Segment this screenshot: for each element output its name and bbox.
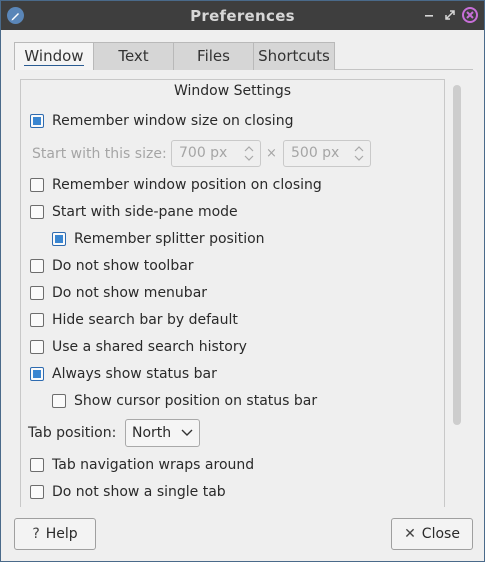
checkbox-icon[interactable] [52,394,66,408]
checkbox-icon[interactable] [30,286,44,300]
shared-history-checkbox[interactable]: Use a shared search history [30,337,247,357]
remember-size-checkbox[interactable]: Remember window size on closing [30,111,293,131]
remember-splitter-checkbox[interactable]: Remember splitter position [52,229,265,249]
checkbox-icon[interactable] [30,114,44,128]
tab-shortcuts[interactable]: Shortcuts [253,42,335,70]
remember-position-checkbox[interactable]: Remember window position on closing [30,175,322,195]
no-toolbar-checkbox[interactable]: Do not show toolbar [30,256,194,276]
close-button[interactable]: ✕ Close [391,518,473,550]
times-symbol: × [266,146,277,161]
window-title: Preferences [190,7,295,25]
tab-position-label: Tab position: [28,425,117,441]
section-title: Window Settings [173,83,292,99]
tab-text[interactable]: Text [93,42,174,70]
close-icon: ✕ [404,526,416,542]
spin-arrows-icon[interactable] [242,143,256,164]
start-size-label: Start with this size: [32,146,167,162]
side-pane-checkbox[interactable]: Start with side-pane mode [30,202,238,222]
tab-position-select[interactable]: North [125,419,200,447]
tab-wrap-checkbox[interactable]: Tab navigation wraps around [30,455,254,475]
minimize-icon[interactable] [420,6,438,24]
checkbox-icon[interactable] [30,367,44,381]
tab-window[interactable]: Window [14,42,94,70]
checkbox-icon[interactable] [30,259,44,273]
checkbox-icon[interactable] [30,458,44,472]
no-menubar-checkbox[interactable]: Do not show menubar [30,283,207,303]
checkbox-icon[interactable] [30,485,44,499]
checkbox-icon[interactable] [52,232,66,246]
hide-search-checkbox[interactable]: Hide search bar by default [30,310,238,330]
checkbox-icon[interactable] [30,178,44,192]
help-button[interactable]: ? Help [14,518,96,550]
height-spinbox[interactable]: 500 px [283,140,371,167]
checkbox-icon[interactable] [30,205,44,219]
maximize-icon[interactable] [441,6,459,24]
spin-arrows-icon[interactable] [352,143,366,164]
chevron-down-icon [181,429,193,436]
checkbox-icon[interactable] [30,313,44,327]
tab-files[interactable]: Files [173,42,254,70]
tab-divider [335,69,473,70]
checkbox-icon[interactable] [30,340,44,354]
preferences-window: Preferences Window Text Files Shortcuts … [0,0,485,562]
question-icon: ? [32,526,40,542]
cursor-position-checkbox[interactable]: Show cursor position on status bar [52,391,317,411]
vertical-scrollbar[interactable] [453,85,461,425]
title-bar[interactable]: Preferences [1,1,484,30]
width-spinbox[interactable]: 700 px [171,140,261,167]
close-window-icon[interactable] [461,6,479,24]
status-bar-checkbox[interactable]: Always show status bar [30,364,217,384]
single-tab-checkbox[interactable]: Do not show a single tab [30,482,226,502]
